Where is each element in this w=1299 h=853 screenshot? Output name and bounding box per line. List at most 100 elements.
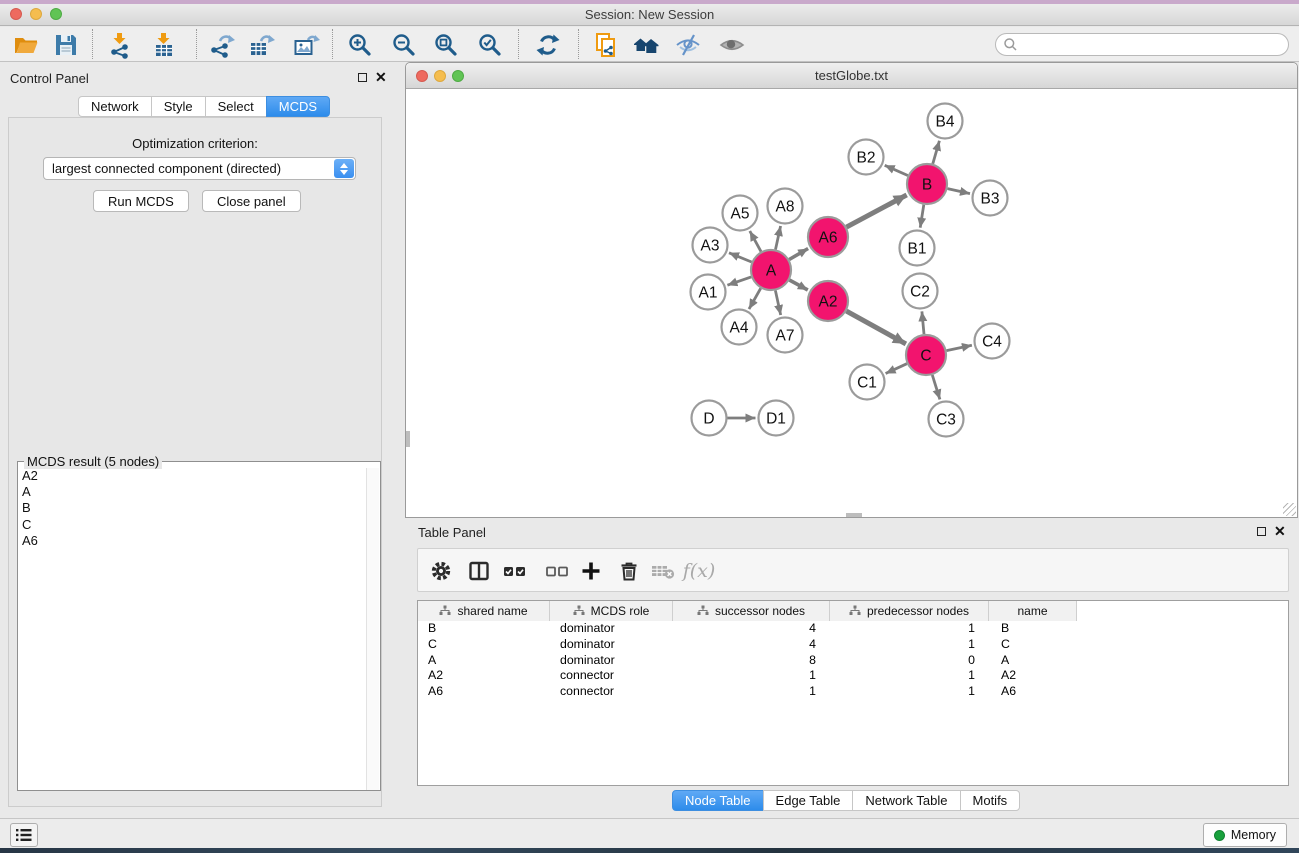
import-table-icon[interactable]: [148, 30, 180, 60]
table-cell[interactable]: [1077, 653, 1288, 669]
deselect-all-icon[interactable]: [542, 556, 572, 586]
export-image-icon[interactable]: [290, 30, 322, 60]
graph-node-A6[interactable]: [808, 217, 848, 257]
export-table-icon[interactable]: [246, 30, 278, 60]
table-cell[interactable]: [1077, 668, 1288, 684]
table-cell[interactable]: 4: [673, 637, 830, 653]
table-cell[interactable]: 1: [830, 621, 989, 637]
graph-node-A8[interactable]: [768, 189, 803, 224]
show-panel-list-button[interactable]: [10, 823, 38, 847]
graph-edge-A-A6[interactable]: [789, 249, 808, 260]
table-cell[interactable]: 8: [673, 653, 830, 669]
table-cell[interactable]: connector: [550, 684, 673, 700]
tab-select[interactable]: Select: [205, 96, 267, 117]
graph-edge-B-B4[interactable]: [933, 141, 940, 164]
zoom-out-icon[interactable]: [388, 30, 420, 60]
search-field[interactable]: [995, 33, 1289, 56]
mcds-result-item[interactable]: A2: [18, 468, 366, 484]
column-header-predecessor-nodes[interactable]: predecessor nodes: [830, 601, 989, 621]
refresh-view-icon[interactable]: [532, 30, 564, 60]
table-cell[interactable]: 1: [830, 684, 989, 700]
graph-node-B[interactable]: [907, 164, 947, 204]
table-cell[interactable]: A: [989, 653, 1077, 669]
table-row[interactable]: Cdominator41C: [418, 637, 1288, 653]
table-cell[interactable]: 1: [673, 668, 830, 684]
table-cell[interactable]: [1077, 621, 1288, 637]
column-header-name[interactable]: name: [989, 601, 1077, 621]
tab-network-table[interactable]: Network Table: [852, 790, 960, 811]
table-cell[interactable]: C: [989, 637, 1077, 653]
mcds-result-list[interactable]: A2ABCA6: [18, 468, 366, 790]
table-cell[interactable]: 0: [830, 653, 989, 669]
graph-node-C3[interactable]: [929, 402, 964, 437]
show-columns-icon[interactable]: [464, 556, 494, 586]
table-cell[interactable]: 4: [673, 621, 830, 637]
network-vscroll-thumb[interactable]: [406, 431, 410, 447]
result-scrollbar[interactable]: [366, 468, 379, 790]
mcds-result-item[interactable]: C: [18, 517, 366, 533]
table-cell[interactable]: 1: [830, 637, 989, 653]
table-row[interactable]: Adominator80A: [418, 653, 1288, 669]
table-cell[interactable]: 1: [830, 668, 989, 684]
show-panels-icon[interactable]: [716, 30, 748, 60]
table-cell[interactable]: [1077, 637, 1288, 653]
graph-node-A4[interactable]: [722, 310, 757, 345]
graph-node-C1[interactable]: [850, 365, 885, 400]
tab-style[interactable]: Style: [151, 96, 206, 117]
function-builder-icon[interactable]: f(x): [684, 556, 714, 586]
graph-node-C[interactable]: [906, 335, 946, 375]
network-minimize-icon[interactable]: [434, 70, 446, 82]
table-cell[interactable]: A6: [989, 684, 1077, 700]
graph-edge-C-C1[interactable]: [886, 364, 907, 374]
column-header-successor-nodes[interactable]: successor nodes: [673, 601, 830, 621]
table-cell[interactable]: A: [418, 653, 550, 669]
graph-edge-A-A3[interactable]: [729, 253, 752, 262]
close-panel-icon[interactable]: ✕: [375, 72, 387, 82]
table-cell[interactable]: dominator: [550, 637, 673, 653]
graph-edge-A2-C[interactable]: [846, 311, 906, 344]
graph-edge-B-B3[interactable]: [948, 189, 971, 194]
tab-node-table[interactable]: Node Table: [672, 790, 764, 811]
graph-edge-A-A5[interactable]: [750, 231, 761, 252]
table-cell[interactable]: B: [989, 621, 1077, 637]
column-header-mcds-role[interactable]: MCDS role: [550, 601, 673, 621]
tab-network[interactable]: Network: [78, 96, 152, 117]
table-cell[interactable]: connector: [550, 668, 673, 684]
table-cell[interactable]: [1077, 684, 1288, 700]
column-header-shared-name[interactable]: shared name: [418, 601, 550, 621]
graph-node-A[interactable]: [751, 250, 791, 290]
graph-node-C4[interactable]: [975, 324, 1010, 359]
table-row[interactable]: Bdominator41B: [418, 621, 1288, 637]
close-panel-button[interactable]: Close panel: [202, 190, 301, 212]
table-cell[interactable]: dominator: [550, 653, 673, 669]
add-row-icon[interactable]: [576, 556, 606, 586]
graph-node-A7[interactable]: [768, 318, 803, 353]
graph-node-B3[interactable]: [973, 181, 1008, 216]
table-cell[interactable]: 1: [673, 684, 830, 700]
zoom-fit-icon[interactable]: [430, 30, 462, 60]
save-session-icon[interactable]: [50, 30, 82, 60]
network-zoom-icon[interactable]: [452, 70, 464, 82]
graph-edge-A-A1[interactable]: [727, 277, 751, 285]
table-cell[interactable]: A6: [418, 684, 550, 700]
graph-node-D1[interactable]: [759, 401, 794, 436]
mcds-result-item[interactable]: A: [18, 484, 366, 500]
graph-edge-C-C2[interactable]: [922, 311, 924, 334]
dropdown-stepper-icon[interactable]: [334, 159, 354, 178]
table-cell[interactable]: B: [418, 621, 550, 637]
graph-edge-C-C3[interactable]: [932, 375, 940, 399]
close-panel-icon[interactable]: ✕: [1274, 526, 1286, 536]
run-mcds-button[interactable]: Run MCDS: [93, 190, 189, 212]
criterion-dropdown[interactable]: largest connected component (directed): [43, 157, 356, 180]
open-session-icon[interactable]: [10, 30, 42, 60]
tab-edge-table[interactable]: Edge Table: [763, 790, 854, 811]
export-network-icon[interactable]: [206, 30, 238, 60]
graph-node-A5[interactable]: [723, 196, 758, 231]
graph-node-A1[interactable]: [691, 275, 726, 310]
graph-edge-A-A7[interactable]: [775, 291, 780, 316]
graph-edge-B-B2[interactable]: [885, 165, 908, 175]
tab-mcds[interactable]: MCDS: [266, 96, 330, 117]
zoom-selected-icon[interactable]: [474, 30, 506, 60]
table-settings-icon[interactable]: [426, 556, 456, 586]
import-network-icon[interactable]: [104, 30, 136, 60]
